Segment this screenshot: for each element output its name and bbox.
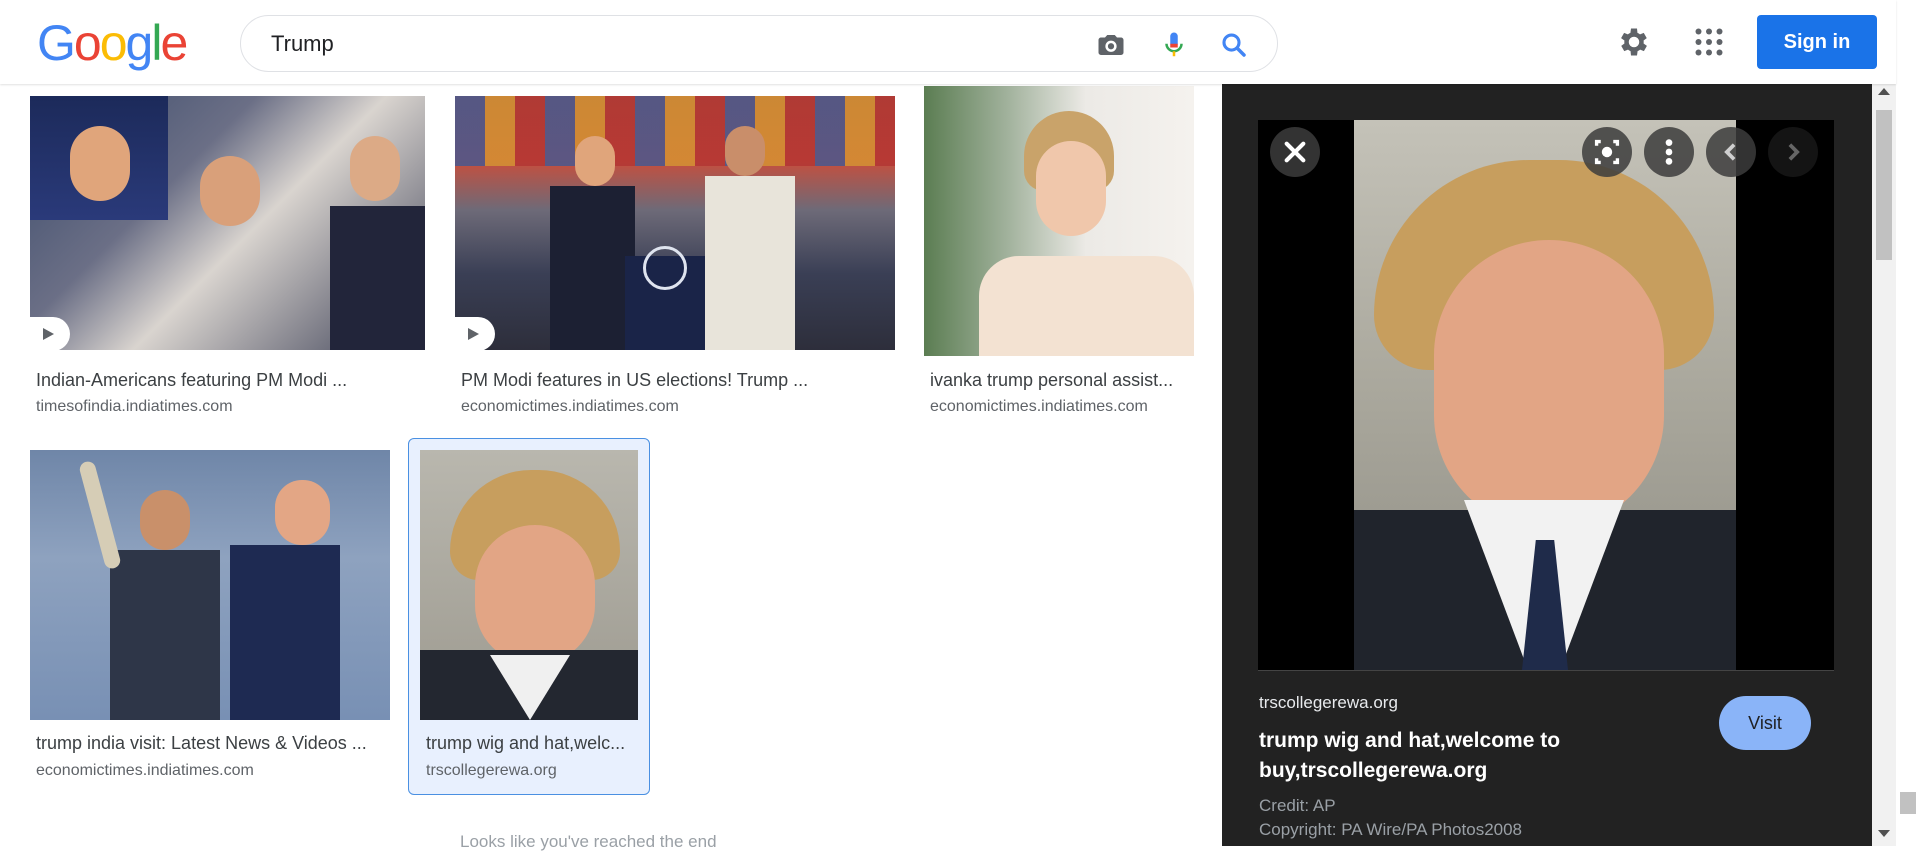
header-bar: Google Sign in (0, 0, 1896, 84)
waving-arm (78, 459, 122, 571)
face-shape (275, 480, 330, 545)
face-shape (200, 156, 260, 226)
page-scrollbar[interactable] (1896, 0, 1920, 846)
crowd-backdrop (455, 96, 895, 166)
logo-letter: e (160, 15, 188, 71)
divider (1258, 670, 1834, 671)
credit-text: Credit: AP (1259, 796, 1336, 815)
result-source: economictimes.indiatimes.com (930, 398, 1148, 415)
result-source: timesofindia.indiatimes.com (36, 398, 233, 415)
logo-letter: g (125, 15, 154, 71)
dress-shape (979, 256, 1194, 356)
result-source: economictimes.indiatimes.com (461, 398, 679, 415)
suit-shape (230, 545, 340, 720)
face-shape (140, 490, 190, 550)
camera-icon[interactable] (1096, 30, 1126, 60)
face-shape (1036, 141, 1106, 236)
result-thumbnail[interactable] (30, 96, 425, 350)
result-title[interactable]: Indian-Americans featuring PM Modi ... (36, 370, 416, 391)
logo-letter: o (73, 15, 102, 71)
search-icon[interactable] (1219, 30, 1249, 60)
chevron-left-icon (1724, 143, 1736, 161)
apps-grid-icon[interactable] (1691, 24, 1727, 60)
play-icon (455, 317, 495, 350)
search-input[interactable] (271, 30, 1071, 58)
preview-site-name[interactable]: trscollegerewa.org (1259, 693, 1398, 713)
suit-shape (550, 186, 635, 350)
scrollbar-thumb[interactable] (1876, 110, 1892, 260)
visit-button[interactable]: Visit (1719, 696, 1811, 750)
end-of-results-hint: Looks like you've reached the end (460, 832, 717, 851)
result-source: trscollegerewa.org (426, 762, 557, 779)
more-vert-icon (1665, 139, 1673, 165)
result-source: economictimes.indiatimes.com (36, 762, 254, 779)
suit-shape (330, 206, 425, 350)
preview-image[interactable] (1354, 120, 1736, 670)
chevron-right-icon (1788, 143, 1800, 161)
search-box (240, 15, 1278, 72)
result-thumbnail[interactable] (924, 86, 1194, 356)
face-shape (725, 126, 765, 176)
copyright-text: Copyright: PA Wire/PA Photos2008 (1259, 820, 1523, 839)
play-icon (30, 317, 70, 350)
logo-letter: G (37, 15, 76, 71)
previous-button[interactable] (1706, 127, 1756, 177)
face-shape (475, 525, 595, 665)
result-thumbnail[interactable] (420, 450, 638, 720)
microphone-icon[interactable] (1159, 30, 1189, 60)
vest-shape (110, 550, 220, 720)
logo-letter: o (99, 15, 128, 71)
face-shape (350, 136, 400, 201)
google-logo[interactable]: Google (37, 15, 188, 71)
result-thumbnail[interactable] (30, 450, 390, 720)
preview-panel: trscollegerewa.org trump wig and hat,wel… (1222, 84, 1872, 846)
result-title[interactable]: trump india visit: Latest News & Videos … (36, 733, 396, 754)
sign-in-button[interactable]: Sign in (1757, 15, 1877, 69)
preview-image-frame (1258, 120, 1834, 670)
result-title[interactable]: PM Modi features in US elections! Trump … (461, 370, 881, 391)
result-title[interactable]: trump wig and hat,welc... (426, 733, 636, 754)
podium-seal (643, 246, 687, 290)
page-scrollbar-thumb[interactable] (1900, 792, 1916, 814)
close-icon (1284, 141, 1306, 163)
lens-button[interactable] (1582, 127, 1632, 177)
close-button[interactable] (1270, 127, 1320, 177)
kurta-shape (705, 176, 795, 350)
face-shape (575, 136, 615, 186)
face-shape (70, 126, 130, 201)
panel-scrollbar[interactable] (1872, 84, 1896, 846)
gear-icon[interactable] (1616, 24, 1652, 60)
scroll-down-arrow[interactable] (1878, 830, 1890, 837)
scroll-up-arrow[interactable] (1878, 88, 1890, 95)
more-options-button[interactable] (1644, 127, 1694, 177)
result-thumbnail[interactable] (455, 96, 895, 350)
result-title[interactable]: ivanka trump personal assist... (930, 370, 1185, 391)
face-shape (1434, 240, 1664, 530)
preview-title[interactable]: trump wig and hat,welcome to buy,trscoll… (1259, 726, 1649, 786)
lens-icon (1594, 139, 1620, 165)
next-button[interactable] (1768, 127, 1818, 177)
